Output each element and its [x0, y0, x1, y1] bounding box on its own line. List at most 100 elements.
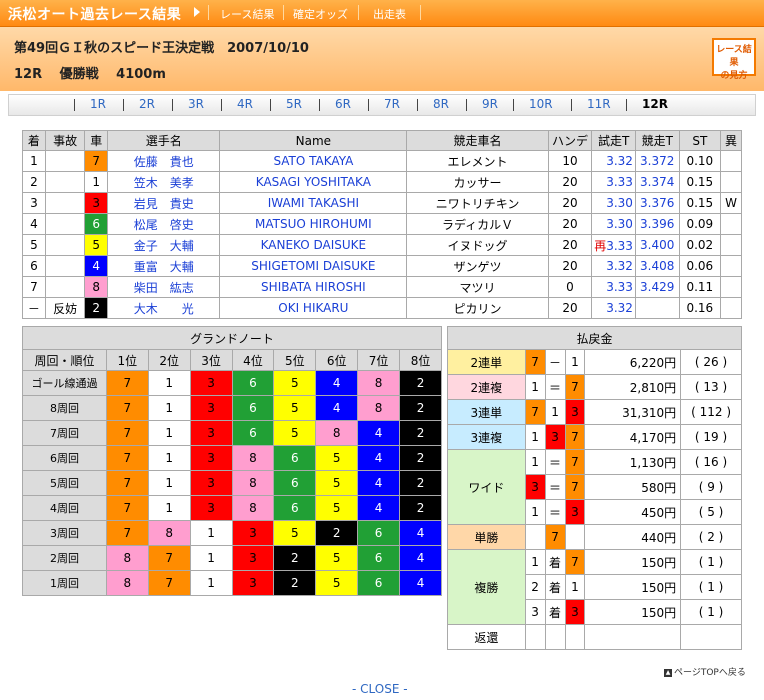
position-car-cell: 6	[273, 495, 317, 521]
bet-type-cell: 2連複	[447, 374, 526, 400]
rider-name-link[interactable]: 岩見 貴史	[107, 192, 221, 214]
retrial-mark: 再	[594, 238, 607, 253]
accident-cell	[44, 255, 86, 277]
position-car-cell: 4	[399, 570, 442, 596]
close-link[interactable]: - CLOSE -	[352, 682, 408, 696]
grand-note-col-header: 7位	[357, 349, 401, 371]
results-col-header: ハンデ	[547, 130, 593, 151]
trial-time-cell: 3.32	[591, 150, 636, 172]
abnormal-cell	[720, 276, 742, 298]
position-car-cell: 3	[231, 520, 275, 546]
round-tab-11r[interactable]: 11R	[587, 97, 611, 111]
lap-row: ゴール線通過 7 1 3 6 5 4 8 2	[22, 370, 442, 396]
payout-amount: 6,220円	[584, 349, 682, 375]
rider-name-link[interactable]: 大木 光	[107, 297, 221, 319]
abnormal-cell	[720, 213, 742, 235]
race-time-cell	[634, 297, 680, 319]
position-car-cell: 4	[357, 470, 401, 496]
position-car-cell: 2	[399, 395, 442, 421]
round-tab-7r[interactable]: 7R	[384, 97, 400, 111]
bet-type-cell: 複勝	[447, 549, 526, 625]
machine-name-cell: カッサー	[406, 171, 549, 193]
combination-cell: 7	[564, 474, 586, 500]
position-car-cell: 6	[231, 395, 275, 421]
grand-note-col-header: 8位	[399, 349, 442, 371]
machine-name-cell: イヌドッグ	[406, 234, 549, 256]
combination-cell: 3	[564, 399, 586, 425]
round-tab-4r[interactable]: 4R	[237, 97, 253, 111]
start-timing-cell: 0.02	[678, 234, 722, 256]
result-guide-button[interactable]: レース結果 の見方	[712, 38, 756, 81]
popularity-cell	[680, 624, 742, 650]
combination-cell: 7	[524, 349, 546, 375]
position-car-cell: 7	[105, 470, 149, 496]
trial-time-cell: 3.32	[591, 255, 636, 277]
round-tab-2r[interactable]: 2R	[139, 97, 155, 111]
rank-cell: 2	[22, 171, 46, 193]
combination-cell: 1	[524, 374, 546, 400]
results-col-header: 車	[84, 130, 109, 151]
rider-name-link[interactable]: 松尾 啓史	[107, 213, 221, 235]
combination-cell: 1	[524, 549, 546, 575]
payout-row: 返還	[447, 624, 742, 650]
combination-cell: 1	[564, 574, 586, 600]
round-tab-8r[interactable]: 8R	[433, 97, 449, 111]
position-car-cell: 5	[315, 495, 359, 521]
combination-cell: ＝	[544, 374, 566, 400]
payout-row: 単勝 7 440円( 2 )	[447, 524, 742, 550]
position-car-cell: 8	[105, 545, 149, 571]
lap-label: 8周回	[22, 395, 107, 421]
position-car-cell: 7	[105, 495, 149, 521]
grand-note-col-header: 3位	[189, 349, 233, 371]
rider-name-link[interactable]: 重富 大輔	[107, 255, 221, 277]
position-car-cell: 3	[189, 495, 233, 521]
abnormal-cell: W	[720, 192, 742, 214]
trial-time-value: 3.30	[606, 196, 633, 210]
nav-entry-list[interactable]: 出走表	[373, 6, 406, 22]
rider-name-link[interactable]: 笠木 美孝	[107, 171, 221, 193]
rider-name-link[interactable]: 柴田 紘志	[107, 276, 221, 298]
bet-type-cell: ワイド	[447, 449, 526, 525]
abnormal-cell	[720, 234, 742, 256]
rank-cell: 1	[22, 150, 46, 172]
payout-amount: 150円	[584, 574, 682, 600]
nav-odds[interactable]: 確定オッズ	[293, 6, 348, 22]
combination-cell: 3	[544, 424, 566, 450]
combination-cell: ＝	[544, 449, 566, 475]
round-tab-5r[interactable]: 5R	[286, 97, 302, 111]
rider-name-link[interactable]: 佐藤 貴也	[107, 150, 221, 172]
rank-cell: 6	[22, 255, 46, 277]
popularity-cell: ( 26 )	[680, 349, 742, 375]
site-title: 浜松オート過去レース結果	[8, 7, 182, 23]
start-timing-cell: 0.09	[678, 213, 722, 235]
position-car-cell: 1	[189, 545, 233, 571]
round-tab-3r[interactable]: 3R	[188, 97, 204, 111]
popularity-cell: ( 1 )	[680, 599, 742, 625]
trial-time-value: 3.32	[606, 259, 633, 273]
position-car-cell: 3	[189, 445, 233, 471]
round-tab-12r[interactable]: 12R	[642, 97, 668, 111]
combination-cell: 3	[524, 599, 546, 625]
combination-cell: 7	[544, 524, 566, 550]
round-tab-6r[interactable]: 6R	[335, 97, 351, 111]
race-header: 第49回ＧＩ秋のスピード王決定戦 2007/10/10 12R 優勝戦 4100…	[0, 27, 764, 91]
result-row: 3 3 岩見 貴史 IWAMI TAKASHI ニワトリチキン 20 3.30 3.376 0.…	[22, 192, 742, 214]
lap-label: 2周回	[22, 545, 107, 571]
rider-name-link[interactable]: 金子 大輔	[107, 234, 221, 256]
round-tab-10r[interactable]: 10R	[529, 97, 553, 111]
round-tab-1r[interactable]: 1R	[90, 97, 106, 111]
handicap-cell: 10	[547, 150, 593, 172]
page-top-link[interactable]: ▲ ページTOPへ戻る	[664, 665, 746, 678]
nav-race-result[interactable]: レース結果	[220, 6, 274, 22]
trial-time-cell: 3.30	[591, 213, 636, 235]
grand-note-col-header: 2位	[147, 349, 191, 371]
position-car-cell: 7	[105, 370, 149, 396]
round-tab-9r[interactable]: 9R	[482, 97, 498, 111]
position-car-cell: 8	[315, 420, 359, 446]
results-col-header: 異	[720, 130, 742, 151]
grand-note-col-header: 5位	[273, 349, 317, 371]
position-car-cell: 4	[399, 545, 442, 571]
race-time-cell: 3.374	[634, 171, 680, 193]
round-divider	[417, 99, 418, 111]
position-car-cell: 3	[189, 370, 233, 396]
